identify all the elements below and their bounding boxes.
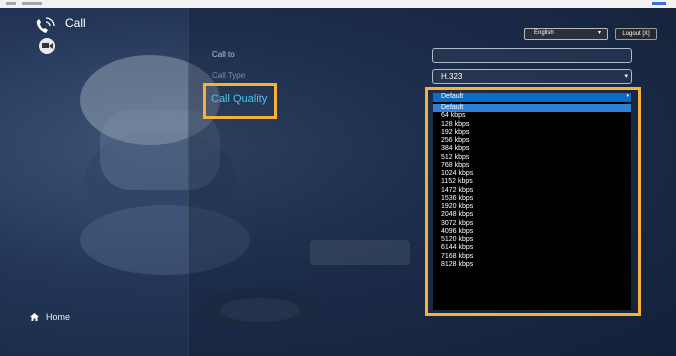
language-select[interactable]: English ▾: [524, 28, 608, 40]
call-type-value: H.323: [441, 72, 463, 81]
video-camera-icon: [42, 43, 49, 48]
strip-accent: [652, 2, 666, 5]
call-to-label: Call to: [212, 50, 235, 59]
logout-button[interactable]: Logout [X]: [615, 28, 657, 40]
language-value: English: [534, 30, 554, 36]
call-quality-label: Call Quality: [211, 93, 268, 105]
call-type-label: Call Type: [212, 71, 246, 80]
sidebar-item-home[interactable]: Home: [30, 312, 70, 322]
chevron-down-icon: ▾: [597, 30, 601, 36]
browser-top-strip: [0, 0, 676, 8]
sidebar: [0, 8, 189, 356]
call-to-input[interactable]: [432, 48, 632, 63]
chevron-down-icon: ▾: [624, 73, 628, 80]
call-type-select[interactable]: H.323 ▾: [432, 69, 632, 84]
page-title: Call: [65, 16, 86, 30]
dropdown-highlight: [425, 87, 641, 316]
sidebar-item-label: Home: [46, 312, 71, 322]
strip-mark: [6, 2, 16, 5]
video-camera-button[interactable]: [39, 38, 55, 54]
strip-mark: [22, 2, 42, 5]
home-icon: [30, 313, 39, 321]
phone-wifi-icon: [36, 17, 55, 33]
